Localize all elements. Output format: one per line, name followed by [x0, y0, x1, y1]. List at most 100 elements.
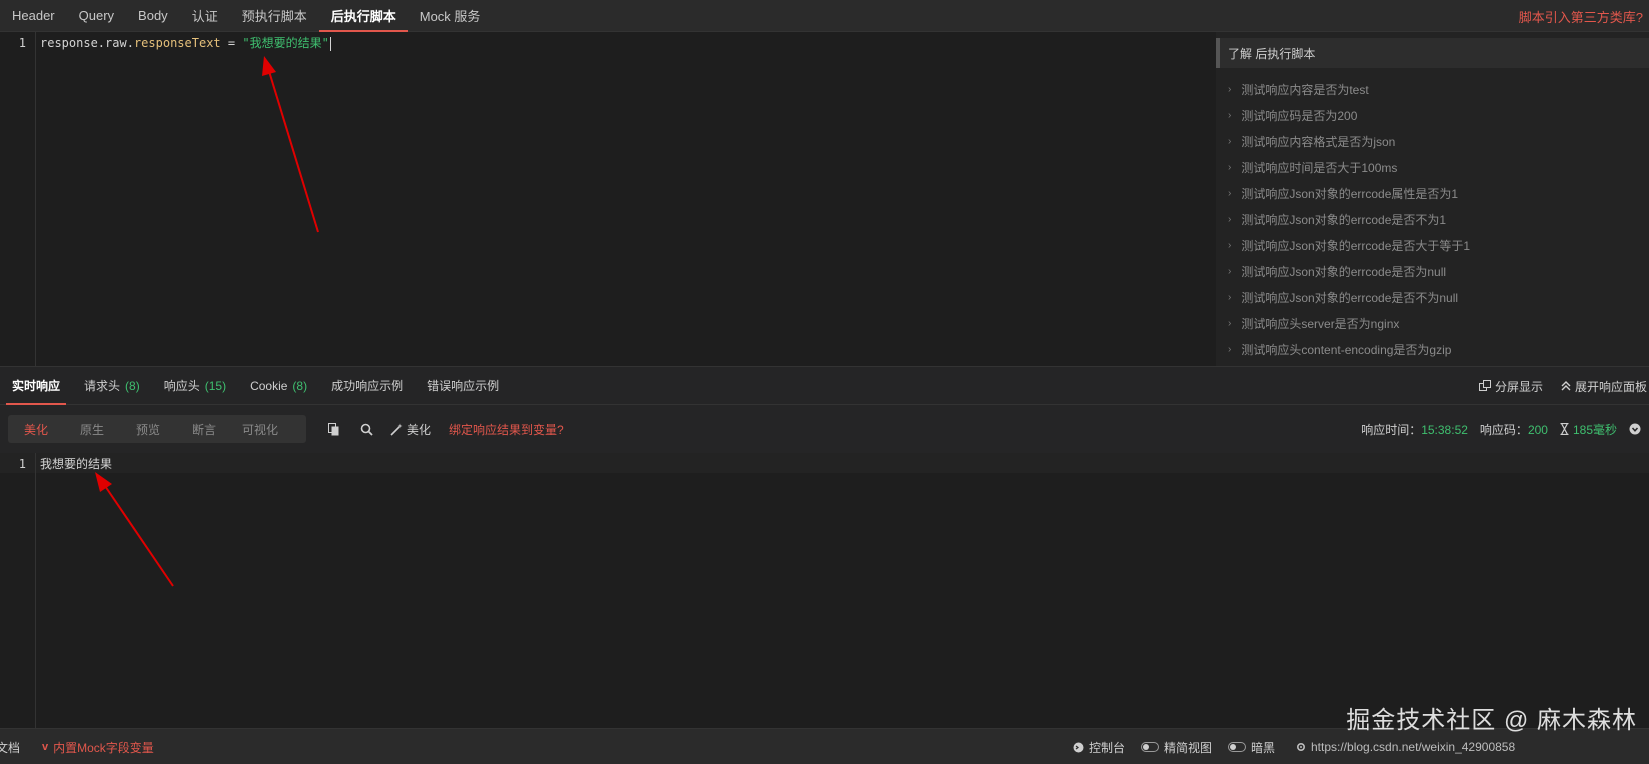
snippet-label: 测试响应头content-encoding是否为gzip — [1241, 342, 1452, 357]
code-token-raw: raw — [105, 36, 127, 50]
response-toolbar: 美化 原生 预览 断言 可视化 美化 绑定响应结果到变量? 响应时间：15:38… — [0, 405, 1649, 453]
tab-mock-service[interactable]: Mock 服务 — [408, 0, 493, 32]
response-code-value: 200 — [1527, 422, 1548, 437]
response-code-label: 响应码： — [1479, 422, 1528, 437]
response-duration-value: 185毫秒 — [1572, 422, 1617, 437]
snippet-label: 测试响应头server是否为nginx — [1241, 316, 1400, 331]
toggle-switch — [1228, 742, 1246, 752]
tab-label: 请求头 — [84, 379, 121, 393]
status-dark-mode-toggle[interactable]: 暗黑 — [1228, 729, 1275, 764]
snippet-label: 测试响应内容是否为test — [1241, 82, 1369, 97]
watermark: 掘金技术社区 @ 麻木森林 — [1346, 707, 1637, 734]
tab-success-example[interactable]: 成功响应示例 — [319, 367, 415, 405]
snippet-item[interactable]: › 测试响应Json对象的errcode是否不为1 — [1216, 206, 1649, 232]
tab-response-headers[interactable]: 响应头 (15) — [152, 367, 238, 405]
snippet-item[interactable]: › 测试响应Json对象的errcode属性是否为1 — [1216, 180, 1649, 206]
tab-cookie[interactable]: Cookie (8) — [238, 367, 319, 405]
status-mock-vars-link[interactable]: v 内置Mock字段变量 — [42, 729, 154, 764]
code-token-dot: . — [97, 36, 106, 50]
chevron-right-icon: › — [1228, 213, 1232, 225]
console-label: 控制台 — [1089, 740, 1126, 755]
download-button[interactable] — [1629, 423, 1641, 435]
response-tab-actions: 分屏显示 展开响应面板 — [1478, 367, 1647, 405]
chevron-right-icon: › — [1228, 239, 1232, 251]
double-chevron-up-icon — [1561, 381, 1571, 391]
current-line-highlight — [0, 453, 1649, 473]
split-view-button[interactable]: 分屏显示 — [1478, 378, 1543, 395]
response-time-label: 响应时间： — [1361, 422, 1422, 437]
code-token-dot: . — [126, 36, 134, 50]
tab-count: (8) — [125, 378, 140, 393]
snippet-item[interactable]: › 测试响应Json对象的errcode是否不为null — [1216, 284, 1649, 310]
status-compact-view-toggle[interactable]: 精简视图 — [1141, 729, 1212, 764]
snippet-label: 测试响应码是否为200 — [1241, 108, 1358, 123]
split-view-label: 分屏显示 — [1494, 379, 1543, 394]
snippet-panel-header[interactable]: 了解 后执行脚本 — [1216, 38, 1649, 68]
snippet-label: 测试响应Json对象的errcode属性是否为1 — [1241, 186, 1459, 201]
split-view-icon — [1478, 380, 1491, 391]
post-script-editor[interactable]: 1 response.raw.responseText = "我想要的结果" — [0, 32, 1216, 366]
tab-count: (8) — [292, 378, 308, 393]
snippet-item[interactable]: › 测试响应内容是否为test — [1216, 76, 1649, 102]
text-cursor — [329, 36, 331, 51]
response-tab-bar: 实时响应 请求头 (8) 响应头 (15) Cookie (8) 成功响应示例 错误响… — [0, 366, 1649, 405]
tab-query[interactable]: Query — [67, 0, 126, 32]
tab-pre-script[interactable]: 预执行脚本 — [230, 0, 319, 32]
beautify-button[interactable]: 美化 — [390, 415, 431, 443]
response-time-value: 15:38:52 — [1421, 422, 1468, 437]
response-code: 响应码：200 — [1480, 421, 1548, 438]
dark-mode-label: 暗黑 — [1251, 740, 1276, 755]
expand-panel-button[interactable]: 展开响应面板 — [1561, 378, 1647, 395]
chevron-right-icon: › — [1228, 317, 1232, 329]
tab-label: Cookie — [250, 378, 288, 393]
tab-error-example[interactable]: 错误响应示例 — [415, 367, 511, 405]
tab-auth[interactable]: 认证 — [180, 0, 230, 32]
tab-label: 实时响应 — [12, 379, 61, 393]
snippet-item[interactable]: › 测试响应头server是否为nginx — [1216, 310, 1649, 336]
tab-body[interactable]: Body — [126, 0, 180, 32]
snippet-item[interactable]: › 测试响应Json对象的errcode是否大于等于1 — [1216, 232, 1649, 258]
status-doc-link[interactable]: 文档 — [0, 729, 20, 764]
tab-header[interactable]: Header — [0, 0, 67, 32]
snippet-list: › 测试响应内容是否为test › 测试响应码是否为200 › 测试响应内容格式是否为… — [1216, 76, 1649, 362]
snippet-label: 测试响应Json对象的errcode是否不为null — [1241, 290, 1459, 305]
snippet-label: 测试响应内容格式是否为json — [1241, 134, 1396, 149]
mode-visualize[interactable]: 可视化 — [232, 421, 288, 438]
snippet-item[interactable]: › 测试响应头content-encoding是否为gzip — [1216, 336, 1649, 362]
copy-button[interactable] — [328, 415, 340, 443]
tab-realtime-response[interactable]: 实时响应 — [0, 367, 72, 405]
code-token-object: response — [40, 36, 98, 50]
snippet-item[interactable]: › 测试响应时间是否大于100ms — [1216, 154, 1649, 180]
code-line[interactable]: response.raw.responseText = "我想要的结果" — [40, 34, 331, 52]
chevron-right-icon: › — [1228, 343, 1232, 355]
mode-raw[interactable]: 原生 — [64, 421, 120, 438]
toggle-switch — [1141, 742, 1159, 752]
status-console-button[interactable]: 控制台 — [1073, 729, 1125, 764]
snippet-item[interactable]: › 测试响应Json对象的errcode是否为null — [1216, 258, 1649, 284]
response-gutter: 1 — [0, 453, 36, 728]
search-button[interactable] — [360, 415, 373, 443]
hourglass-icon — [1560, 423, 1569, 435]
tab-request-headers[interactable]: 请求头 (8) — [72, 367, 152, 405]
bind-to-variable-link[interactable]: 绑定响应结果到变量? — [449, 415, 564, 443]
response-body-viewer[interactable]: 1 我想要的结果 — [0, 453, 1649, 728]
snippet-item[interactable]: › 测试响应码是否为200 — [1216, 102, 1649, 128]
tab-post-script[interactable]: 后执行脚本 — [318, 0, 408, 32]
response-time: 响应时间：15:38:52 — [1361, 421, 1468, 438]
console-icon — [1073, 742, 1084, 752]
response-meta: 响应时间：15:38:52 响应码：200 185毫秒 — [1361, 415, 1641, 443]
code-token-property: responseText — [133, 36, 221, 50]
copy-icon — [328, 422, 339, 435]
snippet-panel: 了解 后执行脚本 › 测试响应内容是否为test › 测试响应码是否为200 › 测试… — [1216, 32, 1649, 366]
snippet-label: 测试响应Json对象的errcode是否为null — [1241, 264, 1447, 279]
mode-beautify[interactable]: 美化 — [8, 421, 64, 438]
snippet-label: 测试响应Json对象的errcode是否大于等于1 — [1241, 238, 1471, 253]
mode-assert[interactable]: 断言 — [176, 421, 232, 438]
chevron-right-icon: › — [1228, 83, 1232, 95]
search-icon — [360, 423, 373, 436]
mode-preview[interactable]: 预览 — [120, 421, 176, 438]
third-party-library-link[interactable]: 脚本引入第三方类库? — [1519, 0, 1643, 32]
snippet-item[interactable]: › 测试响应内容格式是否为json — [1216, 128, 1649, 154]
download-icon — [1629, 423, 1641, 435]
view-mode-switch: 美化 原生 预览 断言 可视化 — [8, 415, 306, 443]
